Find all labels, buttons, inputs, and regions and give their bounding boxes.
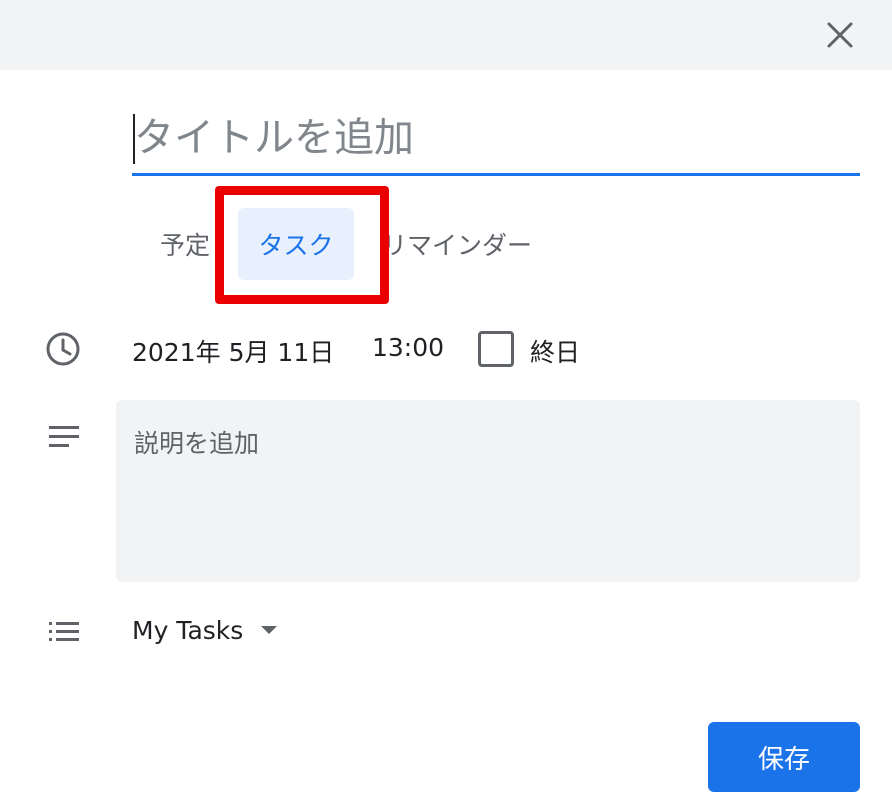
task-list-dropdown[interactable]: My Tasks xyxy=(132,606,278,654)
task-list-label: My Tasks xyxy=(132,615,244,645)
title-input[interactable] xyxy=(132,108,858,168)
time-selector[interactable]: 13:00 xyxy=(372,333,444,362)
close-icon xyxy=(827,22,853,48)
date-selector[interactable]: 2021年 5月 11日 xyxy=(132,333,334,369)
tab-event[interactable]: 予定 xyxy=(132,208,238,280)
task-list-icon xyxy=(44,614,84,648)
all-day-checkbox[interactable] xyxy=(478,331,514,367)
dropdown-arrow-icon xyxy=(261,626,278,634)
description-icon xyxy=(44,420,84,454)
dialog-header xyxy=(0,0,892,70)
clock-icon xyxy=(44,330,82,368)
description-area xyxy=(116,400,860,582)
close-button[interactable] xyxy=(816,11,864,59)
all-day-label: 終日 xyxy=(530,338,581,367)
tab-task[interactable]: タスク xyxy=(238,208,354,280)
description-input[interactable] xyxy=(116,400,860,582)
tab-reminder[interactable]: リマインダー xyxy=(382,208,582,280)
title-field xyxy=(132,100,860,176)
save-button[interactable]: 保存 xyxy=(708,722,860,792)
